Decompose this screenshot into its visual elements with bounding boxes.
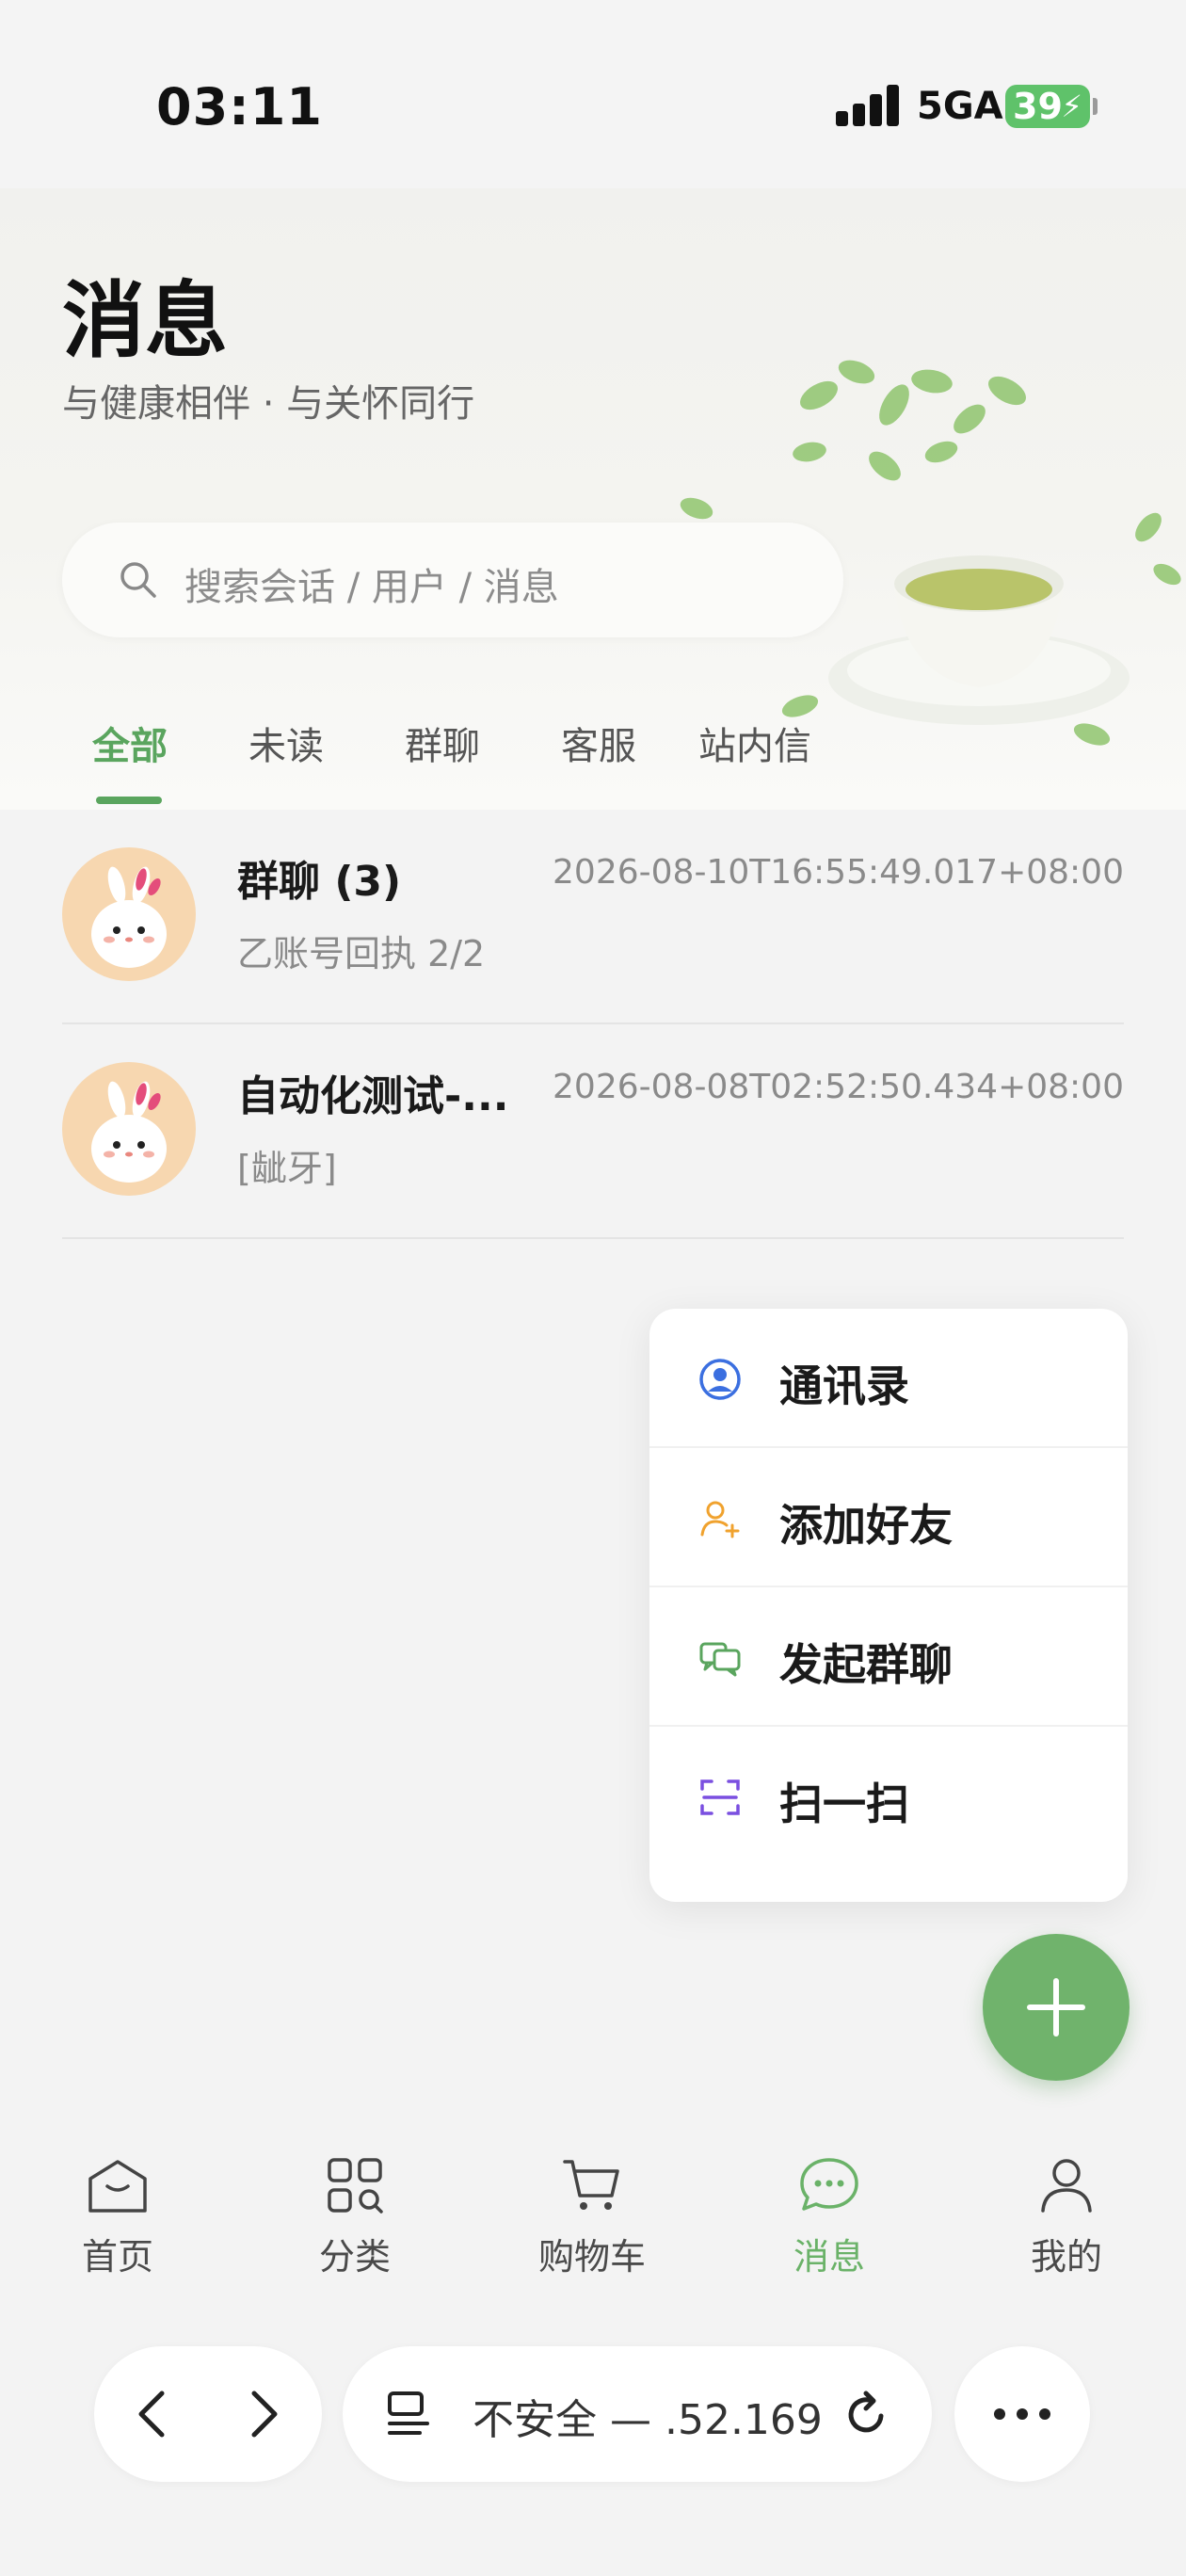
search-icon: [120, 562, 156, 598]
rabbit-avatar-icon: [91, 1081, 167, 1183]
more-dots-icon: [994, 2408, 1050, 2420]
rabbit-avatar-icon: [91, 866, 167, 968]
group-chat-icon: [699, 1642, 741, 1677]
status-time: 03:11: [156, 77, 323, 137]
avatar: [62, 847, 196, 981]
browser-toolbar: 不安全 — .52.169: [0, 2307, 1186, 2576]
browser-nav-group: [94, 2346, 322, 2482]
scan-icon: [700, 1779, 740, 1815]
charging-icon: ⚡: [1061, 89, 1082, 124]
tab-inbox[interactable]: 站内信: [698, 716, 811, 770]
nav-label: 我的: [1030, 2236, 1102, 2278]
nav-label: 分类: [318, 2236, 391, 2278]
menu-label: 扫一扫: [779, 1779, 909, 1829]
conversation-preview: 乙账号回执 2/2: [237, 933, 486, 974]
tab-service[interactable]: 客服: [561, 716, 636, 770]
forward-icon[interactable]: [235, 2388, 288, 2440]
url-text: 不安全 — .52.169: [473, 2396, 823, 2444]
nav-item-messages[interactable]: 消息: [754, 2152, 905, 2279]
conversation-preview: [龇牙]: [237, 1148, 337, 1189]
conversation-title: 自动化测试-...: [237, 1072, 509, 1120]
page-subtitle: 与健康相伴 · 与关怀同行: [62, 382, 475, 426]
tabs-icon[interactable]: [384, 2390, 433, 2439]
tab-unread[interactable]: 未读: [248, 716, 324, 770]
search-input[interactable]: 搜索会话 / 用户 / 消息: [62, 523, 843, 637]
nav-label: 购物车: [537, 2236, 646, 2278]
network-label: 5GA: [917, 85, 1003, 128]
menu-item-group-chat[interactable]: 发起群聊: [649, 1587, 1128, 1727]
menu-item-contacts[interactable]: 通讯录: [649, 1309, 1128, 1448]
cart-icon: [563, 2160, 619, 2210]
nav-item-cart[interactable]: 购物车: [517, 2152, 667, 2279]
contacts-icon: [699, 1359, 741, 1400]
active-tab-indicator: [96, 797, 162, 804]
status-bar: 03:11 5GA 39 ⚡: [0, 0, 1186, 188]
bottom-nav: 首页 分类 购物车 消息 我的: [0, 2128, 1186, 2307]
tab-group[interactable]: 群聊: [405, 716, 480, 770]
back-icon[interactable]: [128, 2388, 181, 2440]
add-fab-button[interactable]: [983, 1934, 1130, 2081]
conversation-title: 群聊 (3): [237, 858, 402, 906]
reload-icon[interactable]: [840, 2388, 892, 2440]
nav-item-category[interactable]: 分类: [280, 2152, 430, 2279]
tab-all[interactable]: 全部: [92, 716, 168, 770]
category-icon: [328, 2158, 383, 2214]
conversation-time: 2026-08-08T02:52:50.434+08:00: [553, 1068, 1124, 1106]
conversation-row[interactable]: 群聊 (3) 2026-08-10T16:55:49.017+08:00 乙账号…: [62, 810, 1124, 1024]
address-bar[interactable]: 不安全 — .52.169: [343, 2346, 932, 2482]
nav-label: 首页: [81, 2236, 153, 2278]
nav-label: 消息: [793, 2236, 865, 2278]
search-placeholder: 搜索会话 / 用户 / 消息: [184, 566, 559, 609]
battery-icon: 39 ⚡: [1005, 85, 1098, 128]
menu-label: 添加好友: [779, 1500, 953, 1551]
menu-label: 通讯录: [779, 1360, 909, 1411]
conversation-time: 2026-08-10T16:55:49.017+08:00: [553, 853, 1124, 892]
nav-item-profile[interactable]: 我的: [991, 2152, 1142, 2279]
battery-level: 39: [1013, 86, 1063, 127]
profile-icon: [1041, 2159, 1092, 2213]
nav-item-home[interactable]: 首页: [42, 2152, 193, 2279]
message-icon: [800, 2158, 858, 2211]
conversation-row[interactable]: 自动化测试-... 2026-08-08T02:52:50.434+08:00 …: [62, 1024, 1124, 1239]
more-button[interactable]: [954, 2346, 1090, 2482]
header: 消息 与健康相伴 · 与关怀同行 搜索会话 / 用户 / 消息 全部 未读 群聊…: [0, 188, 1186, 810]
add-friend-icon: [700, 1501, 740, 1538]
home-icon: [88, 2160, 147, 2213]
message-tabs: 全部 未读 群聊 客服 站内信: [0, 697, 1186, 810]
menu-item-scan[interactable]: 扫一扫: [649, 1727, 1128, 1866]
avatar: [62, 1062, 196, 1196]
menu-item-add-friend[interactable]: 添加好友: [649, 1448, 1128, 1587]
plus-icon: [1027, 1978, 1085, 2037]
signal-icon: [836, 83, 902, 126]
page-title: 消息: [62, 272, 229, 369]
quick-actions-menu: 通讯录 添加好友 发起群聊 扫一扫: [649, 1309, 1128, 1902]
menu-label: 发起群聊: [779, 1639, 953, 1690]
